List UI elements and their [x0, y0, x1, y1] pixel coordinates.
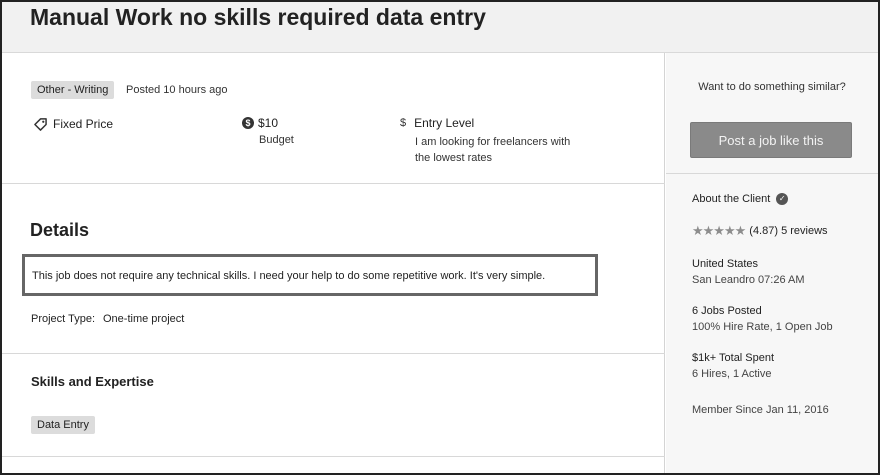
level-description: I am looking for freelancers with the lo… — [415, 136, 571, 164]
hire-rate: 100% Hire Rate, 1 Open Job — [692, 321, 833, 333]
job-summary-section: Other - Writing Posted 10 hours ago Fixe… — [2, 53, 665, 184]
dollar-coin-icon: $ — [242, 117, 254, 129]
skill-tag[interactable]: Data Entry — [31, 416, 95, 434]
skills-section: Skills and Expertise Data Entry — [2, 354, 665, 457]
page-header: Manual Work no skills required data entr… — [2, 2, 878, 53]
job-page: Manual Work no skills required data entr… — [0, 0, 880, 475]
level-title: Entry Level — [414, 116, 475, 130]
skills-heading: Skills and Expertise — [31, 374, 154, 389]
hires-active: 6 Hires, 1 Active — [692, 368, 772, 380]
job-main-panel: Other - Writing Posted 10 hours ago Fixe… — [2, 53, 665, 473]
star-icon: ★★★★★ — [692, 223, 746, 238]
client-location: United States San Leandro 07:26 AM — [692, 258, 872, 286]
client-country: United States — [692, 258, 759, 270]
verified-check-icon: ✓ — [776, 193, 789, 205]
client-rating: ★★★★★ (4.87) 5 reviews — [692, 223, 872, 239]
details-section: Details This job does not require any te… — [2, 184, 665, 354]
price-type: Fixed Price — [34, 117, 113, 131]
price-type-label: Fixed Price — [53, 117, 114, 131]
project-type-label: Project Type: — [31, 313, 95, 325]
posted-time: Posted 10 hours ago — [126, 84, 228, 96]
budget-label: Budget — [259, 134, 294, 146]
jobs-posted: 6 Jobs Posted — [692, 305, 762, 317]
client-sidebar: Want to do something similar? Post a job… — [666, 53, 878, 473]
about-client-heading: About the Client — [692, 193, 771, 205]
client-jobs: 6 Jobs Posted 100% Hire Rate, 1 Open Job — [692, 305, 872, 333]
job-title: Manual Work no skills required data entr… — [30, 4, 486, 30]
budget-value: $10 — [258, 116, 279, 130]
project-type-value: One-time project — [103, 313, 185, 325]
project-type: Project Type: One-time project — [31, 313, 184, 325]
total-spent: $1k+ Total Spent — [692, 352, 775, 364]
job-description: This job does not require any technical … — [32, 270, 546, 282]
post-similar-section: Want to do something similar? Post a job… — [666, 53, 878, 174]
tag-icon — [34, 117, 47, 131]
post-job-button[interactable]: Post a job like this — [690, 122, 852, 158]
client-city-time: San Leandro 07:26 AM — [692, 274, 805, 286]
budget-info: $ $10 Budget — [242, 116, 294, 146]
client-spending: $1k+ Total Spent 6 Hires, 1 Active — [692, 352, 872, 380]
details-heading: Details — [30, 220, 90, 240]
description-highlight-box: This job does not require any technical … — [22, 254, 598, 296]
similar-prompt: Want to do something similar? — [698, 81, 846, 93]
about-client: About the Client ✓ ★★★★★ (4.87) 5 review… — [692, 193, 872, 416]
rating-text: (4.87) 5 reviews — [749, 225, 828, 237]
category-tag[interactable]: Other - Writing — [31, 81, 115, 99]
member-since: Member Since Jan 11, 2016 — [692, 404, 829, 416]
dollar-sign-icon: $ — [400, 117, 407, 129]
experience-level: $ Entry Level I am looking for freelance… — [400, 116, 575, 166]
